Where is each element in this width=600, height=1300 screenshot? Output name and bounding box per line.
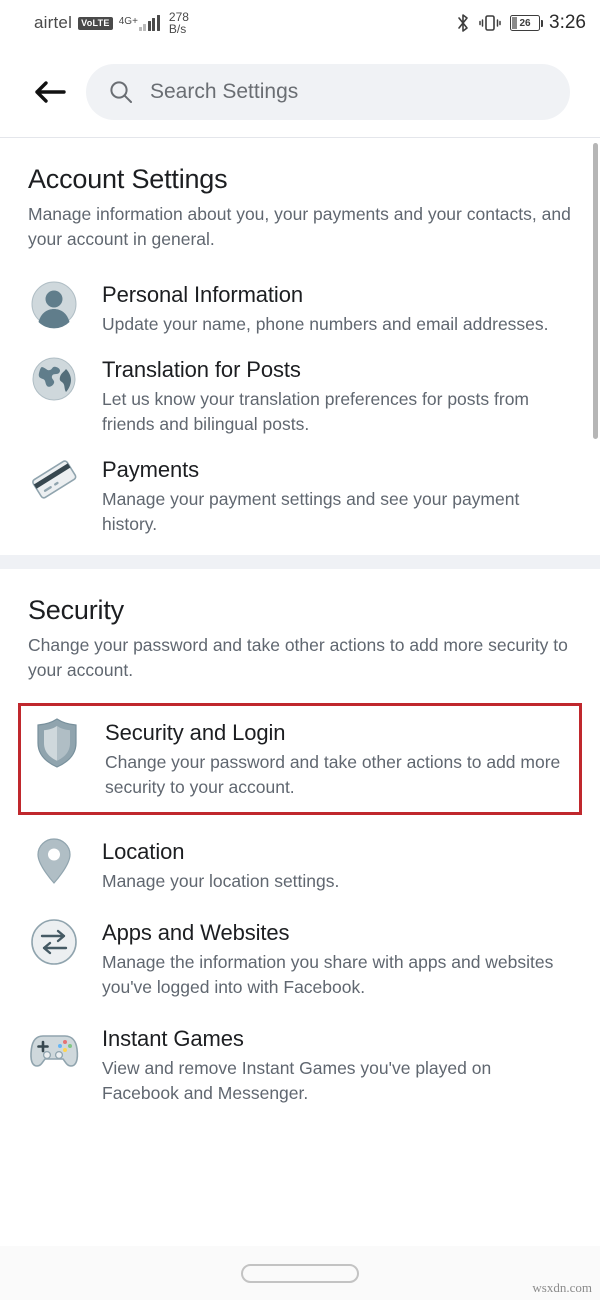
section-account-settings: Account Settings Manage information abou… bbox=[0, 138, 600, 252]
list-item-text: Apps and Websites Manage the information… bbox=[102, 916, 572, 1000]
navigation-bar bbox=[0, 1246, 600, 1300]
section-title: Security bbox=[28, 595, 124, 625]
list-item-title: Location bbox=[102, 839, 185, 864]
list-item-description: Manage the information you share with ap… bbox=[102, 952, 554, 997]
list-item-payments[interactable]: Payments Manage your payment settings an… bbox=[28, 443, 572, 543]
volte-badge: VoLTE bbox=[78, 16, 113, 30]
list-item-title: Payments bbox=[102, 457, 200, 482]
list-item-text: Location Manage your location settings. bbox=[102, 835, 572, 894]
section-subtitle: Manage information about you, your payme… bbox=[28, 204, 571, 249]
section-subtitle: Change your password and take other acti… bbox=[28, 635, 568, 680]
data-speed: 278 B/s bbox=[169, 11, 189, 35]
vibrate-icon bbox=[479, 13, 501, 33]
status-bar-left: airtel VoLTE 4G+ 278 B/s bbox=[34, 11, 189, 35]
game-controller-icon bbox=[28, 1022, 80, 1074]
list-item-security-and-login[interactable]: Security and Login Change your password … bbox=[18, 703, 582, 815]
location-pin-icon bbox=[28, 835, 80, 887]
scrollbar-thumb[interactable] bbox=[593, 143, 598, 439]
back-button[interactable] bbox=[28, 70, 72, 114]
list-item-text: Instant Games View and remove Instant Ga… bbox=[102, 1022, 572, 1106]
list-item-location[interactable]: Location Manage your location settings. bbox=[28, 819, 572, 900]
list-item-description: Let us know your translation preferences… bbox=[102, 389, 530, 434]
person-avatar-icon bbox=[28, 278, 80, 330]
network-type-label: 4G+ bbox=[118, 15, 138, 27]
clock-label: 3:26 bbox=[549, 12, 586, 33]
list-item-description: View and remove Instant Games you've pla… bbox=[102, 1058, 492, 1103]
security-rows: Security and Login Change your password … bbox=[0, 683, 600, 1112]
list-item-text: Security and Login Change your password … bbox=[105, 716, 569, 800]
list-item-description: Update your name, phone numbers and emai… bbox=[102, 314, 549, 334]
carrier-label: airtel bbox=[34, 13, 73, 32]
list-item-description: Manage your payment settings and see you… bbox=[102, 489, 520, 534]
list-item-translation-for-posts[interactable]: Translation for Posts Let us know your t… bbox=[28, 343, 572, 443]
signal-bars-icon bbox=[138, 14, 160, 31]
list-item-description: Change your password and take other acti… bbox=[105, 752, 561, 797]
status-bar: airtel VoLTE 4G+ 278 B/s 26 3:26 bbox=[0, 0, 600, 46]
list-item-title: Instant Games bbox=[102, 1026, 244, 1051]
section-security: Security Change your password and take o… bbox=[0, 569, 600, 683]
list-item-text: Payments Manage your payment settings an… bbox=[102, 453, 572, 537]
watermark-label: wsxdn.com bbox=[532, 1280, 592, 1295]
list-item-title: Security and Login bbox=[105, 720, 286, 745]
battery-percent-label: 26 bbox=[519, 17, 531, 29]
section-divider bbox=[0, 555, 600, 569]
list-item-title: Personal Information bbox=[102, 282, 303, 307]
signal-group: 4G+ bbox=[118, 14, 160, 31]
search-header: Search Settings bbox=[0, 46, 600, 138]
credit-card-icon bbox=[28, 453, 80, 505]
shield-icon bbox=[31, 716, 83, 768]
search-input[interactable]: Search Settings bbox=[86, 63, 570, 120]
settings-scroll-area[interactable]: Account Settings Manage information abou… bbox=[0, 138, 600, 1246]
list-item-apps-and-websites[interactable]: Apps and Websites Manage the information… bbox=[28, 900, 572, 1006]
list-item-personal-information[interactable]: Personal Information Update your name, p… bbox=[28, 268, 572, 343]
list-item-title: Translation for Posts bbox=[102, 357, 301, 382]
list-item-description: Manage your location settings. bbox=[102, 871, 340, 891]
list-item-title: Apps and Websites bbox=[102, 920, 290, 945]
status-bar-right: 26 3:26 bbox=[456, 12, 586, 34]
list-item-text: Personal Information Update your name, p… bbox=[102, 278, 572, 337]
battery-icon: 26 bbox=[510, 15, 544, 31]
page-title: Account Settings bbox=[28, 164, 228, 194]
back-arrow-icon bbox=[35, 80, 66, 103]
exchange-arrows-icon bbox=[28, 916, 80, 968]
home-indicator-pill[interactable] bbox=[241, 1263, 359, 1283]
account-settings-rows: Personal Information Update your name, p… bbox=[0, 252, 600, 555]
list-item-text: Translation for Posts Let us know your t… bbox=[102, 353, 572, 437]
list-item-instant-games[interactable]: Instant Games View and remove Instant Ga… bbox=[28, 1006, 572, 1112]
bluetooth-icon bbox=[456, 13, 470, 33]
search-icon bbox=[110, 80, 132, 103]
search-placeholder: Search Settings bbox=[150, 79, 299, 103]
globe-icon bbox=[28, 353, 80, 405]
data-speed-unit: B/s bbox=[168, 22, 187, 36]
